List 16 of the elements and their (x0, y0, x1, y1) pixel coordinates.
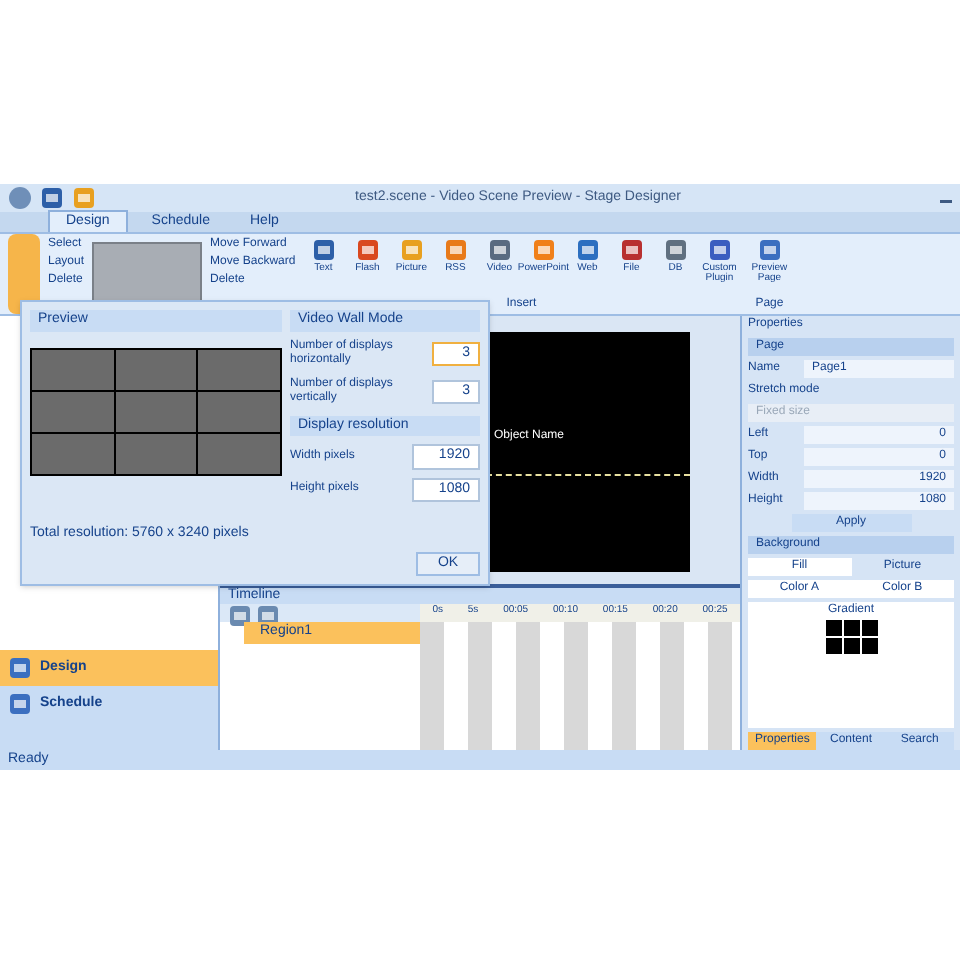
insert-icon (663, 238, 688, 262)
insert-icon (707, 238, 732, 262)
insert-icon (575, 238, 600, 262)
page-icon (757, 238, 782, 262)
insert-icon (355, 238, 380, 262)
insert-icon (531, 238, 556, 262)
nav-icon (8, 692, 32, 716)
layout-gallery[interactable] (92, 242, 203, 306)
nav-icon (8, 656, 32, 680)
insert-icon (487, 238, 512, 262)
insert-icon (619, 238, 644, 262)
insert-icon (443, 238, 468, 262)
insert-icon (311, 238, 336, 262)
gradient-swatches[interactable] (825, 620, 877, 654)
insert-icon (399, 238, 424, 262)
app-logo-icon[interactable] (8, 186, 32, 210)
